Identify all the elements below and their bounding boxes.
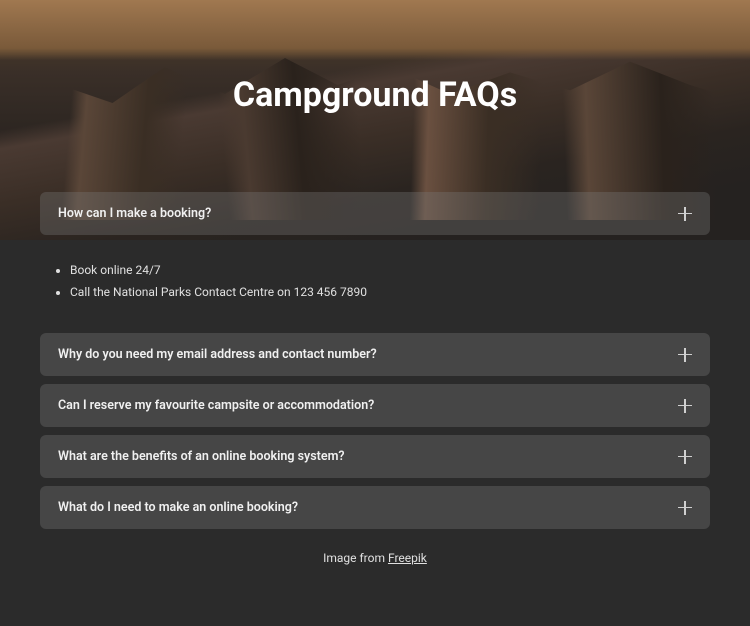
plus-icon	[678, 501, 692, 515]
faq-benefits[interactable]: What are the benefits of an online booki…	[40, 435, 710, 478]
plus-icon	[678, 399, 692, 413]
faq-reserve-campsite[interactable]: Can I reserve my favourite campsite or a…	[40, 384, 710, 427]
faq-question: Can I reserve my favourite campsite or a…	[58, 398, 374, 413]
faq-email-contact[interactable]: Why do you need my email address and con…	[40, 333, 710, 376]
faq-question: What are the benefits of an online booki…	[58, 449, 345, 464]
faq-requirements[interactable]: What do I need to make an online booking…	[40, 486, 710, 529]
answer-item: Book online 24/7	[70, 261, 700, 279]
answer-item: Call the National Parks Contact Centre o…	[70, 283, 700, 301]
image-credit: Image from Freepik	[40, 551, 710, 565]
plus-icon	[678, 348, 692, 362]
credit-prefix: Image from	[323, 551, 388, 565]
faq-question: What do I need to make an online booking…	[58, 500, 298, 515]
faq-booking[interactable]: How can I make a booking?	[40, 192, 710, 235]
faq-container: How can I make a booking? Book online 24…	[40, 192, 710, 565]
plus-icon	[678, 450, 692, 464]
page-title: Campground FAQs	[233, 75, 517, 115]
faq-answer: Book online 24/7 Call the National Parks…	[40, 243, 710, 333]
faq-question: Why do you need my email address and con…	[58, 347, 377, 362]
plus-icon	[678, 207, 692, 221]
credit-link[interactable]: Freepik	[388, 551, 427, 565]
faq-question: How can I make a booking?	[58, 206, 211, 221]
